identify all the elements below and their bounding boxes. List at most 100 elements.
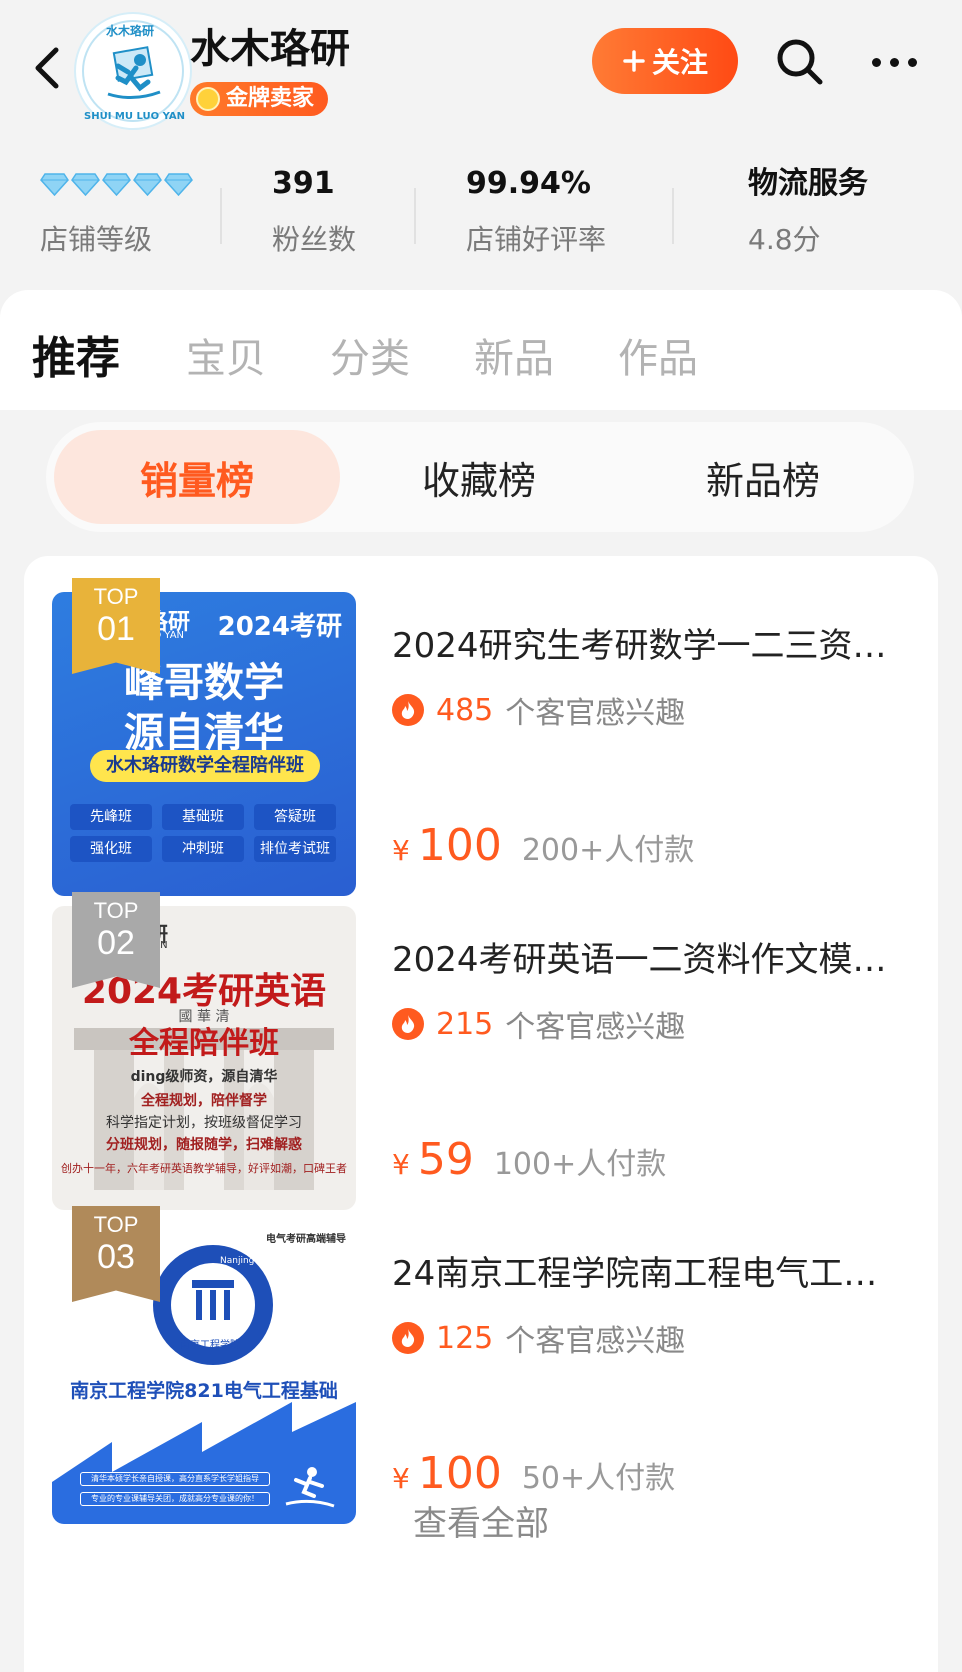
stat-fans[interactable]: 391 粉丝数: [272, 164, 356, 258]
stat-level[interactable]: 店铺等级: [40, 164, 193, 258]
interest-count: 125 个客官感兴趣: [392, 1316, 685, 1360]
tab-works[interactable]: 作品: [618, 326, 698, 384]
search-button[interactable]: [774, 36, 826, 88]
rating-label: 店铺好评率: [466, 223, 607, 256]
interest-text: 个客官感兴趣: [505, 1010, 686, 1045]
shop-header: 水木珞研 SHUI MU LUO YAN 水木珞研 金牌卖家 关注: [0, 0, 962, 150]
sold-count: 50+人付款: [521, 1461, 676, 1496]
interest-number: 125: [436, 1320, 494, 1356]
diamond-icon: [71, 173, 100, 196]
logistics-label: 4.8分: [748, 223, 821, 256]
level-label: 店铺等级: [40, 223, 153, 256]
rank-top-label: TOP: [93, 1212, 139, 1237]
search-icon: [777, 39, 823, 85]
rank-selector: 销量榜 收藏榜 新品榜: [46, 422, 914, 532]
thumb-text-line: 科学指定计划，按班级督促学习: [106, 1115, 302, 1131]
rank-number: 01: [97, 610, 135, 648]
logo-text-bottom: SHUI MU LUO YAN: [84, 111, 185, 122]
rating-value: 99.94%: [466, 166, 591, 201]
more-dot-icon: [871, 57, 881, 67]
diamond-icon: [102, 173, 131, 196]
thumb-class: 强化班: [70, 836, 152, 862]
seal-en-text: Nanjing Institute: [220, 1256, 295, 1266]
gold-seller-badge: 金牌卖家: [190, 82, 329, 116]
rank-top-label: TOP: [93, 584, 139, 609]
currency-symbol: ¥: [392, 1148, 410, 1181]
interest-count: 485 个客官感兴趣: [392, 688, 685, 732]
rank-number: 02: [97, 924, 135, 962]
shop-stats: 店铺等级 391 粉丝数 99.94% 店铺好评率 物流服务 4.8分: [0, 150, 962, 270]
stat-logistics[interactable]: 物流服务 4.8分: [748, 164, 868, 258]
stat-rating[interactable]: 99.94% 店铺好评率: [466, 164, 606, 258]
price-row: ¥ 100 200+人付款: [392, 820, 694, 871]
product-title[interactable]: 2024研究生考研数学一二三资料峰哥数学全程陪伴班: [392, 618, 904, 667]
shop-name: 水木珞研: [190, 26, 350, 72]
level-diamonds: [40, 164, 193, 204]
thumb-year: 2024考研: [217, 612, 342, 642]
thumb-tag: 清华本硕学长亲自授课，高分直系学长学姐指导: [80, 1472, 270, 1486]
logo-text-top: 水木珞研: [106, 24, 155, 38]
fans-value: 391: [272, 166, 335, 201]
interest-number: 215: [436, 1006, 494, 1042]
product-title[interactable]: 24南京工程学院南工程电气工程基础821考研: [392, 1246, 904, 1295]
rank-top-label: TOP: [93, 898, 139, 923]
fire-icon: [392, 1322, 424, 1354]
diamond-icon: [164, 173, 193, 196]
plus-icon: [623, 50, 645, 72]
currency-symbol: ¥: [392, 834, 410, 867]
back-button[interactable]: [22, 40, 72, 96]
list-item[interactable]: 研 YAN 2024考研英语 國 華 清 全程陪伴班 ding级师资，源自清华 …: [52, 892, 918, 1216]
rank-tab-sales[interactable]: 销量榜: [54, 430, 340, 524]
seal-cn-text: 南京工程学院: [180, 1340, 240, 1351]
medal-icon: [196, 87, 220, 111]
interest-text: 个客官感兴趣: [505, 696, 686, 731]
thumb-class: 答疑班: [254, 804, 336, 830]
product-title[interactable]: 2024考研英语一二资料作文模板全程陪伴班: [392, 932, 904, 981]
tab-categories[interactable]: 分类: [330, 326, 410, 384]
list-item[interactable]: 电气考研高端辅导 Nanjing Institute 南京工程学院 南京工程学院…: [52, 1206, 918, 1530]
tab-recommend[interactable]: 推荐: [32, 322, 120, 386]
divider: [220, 188, 222, 244]
thumb-text-line: 分班规划，随报随学，扫难解惑: [106, 1137, 302, 1153]
rank-tab-new[interactable]: 新品榜: [620, 430, 906, 524]
price-value: 100: [417, 1448, 502, 1499]
thumb-text-line: 创办十一年，六年考研英语教学辅导，好评如潮，口碑王者: [61, 1162, 347, 1175]
currency-symbol: ¥: [392, 1462, 410, 1495]
divider: [414, 188, 416, 244]
rank-tab-favorites[interactable]: 收藏榜: [336, 430, 622, 524]
tab-new[interactable]: 新品: [474, 326, 554, 384]
thumb-class: 排位考试班: [254, 836, 336, 862]
thumb-text-line: 全程规划，陪伴督学: [141, 1093, 267, 1109]
more-button[interactable]: [866, 44, 922, 80]
view-all-link[interactable]: 查看全部: [24, 1496, 938, 1545]
diamond-icon: [133, 173, 162, 196]
thumb-line2: 全程陪伴班: [129, 1026, 279, 1061]
ranking-list: 珞研 UO YAN 2024考研 峰哥数学 源自清华 水木珞研数学全程陪伴班 先…: [24, 556, 938, 1672]
interest-number: 485: [436, 692, 494, 728]
divider: [672, 188, 674, 244]
diamond-icon: [40, 173, 69, 196]
chevron-left-icon: [35, 47, 59, 89]
price-row: ¥ 100 50+人付款: [392, 1448, 675, 1499]
tab-products[interactable]: 宝贝: [186, 326, 266, 384]
logistics-value: 物流服务: [748, 166, 868, 201]
more-dot-icon: [907, 57, 917, 67]
price-value: 100: [417, 820, 502, 871]
fire-icon: [392, 1008, 424, 1040]
sold-count: 100+人付款: [493, 1147, 667, 1182]
thumb-headline: 南京工程学院821电气工程基础: [70, 1380, 338, 1402]
thumb-corner-text: 电气考研高端辅导: [266, 1234, 346, 1245]
interest-count: 215 个客官感兴趣: [392, 1002, 685, 1046]
rank-badge: TOP 03: [72, 1206, 160, 1302]
fans-label: 粉丝数: [272, 223, 357, 256]
price-row: ¥ 59 100+人付款: [392, 1134, 666, 1185]
shop-logo[interactable]: 水木珞研 SHUI MU LUO YAN: [74, 12, 192, 130]
thumb-class: 冲刺班: [162, 836, 244, 862]
thumb-text-line: ding级师资，源自清华: [130, 1069, 278, 1085]
interest-text: 个客官感兴趣: [505, 1324, 686, 1359]
gold-seller-label: 金牌卖家: [226, 86, 315, 111]
follow-button[interactable]: 关注: [592, 28, 738, 94]
list-item[interactable]: 珞研 UO YAN 2024考研 峰哥数学 源自清华 水木珞研数学全程陪伴班 先…: [52, 578, 918, 902]
follow-label: 关注: [651, 46, 708, 79]
rank-number: 03: [97, 1238, 135, 1276]
